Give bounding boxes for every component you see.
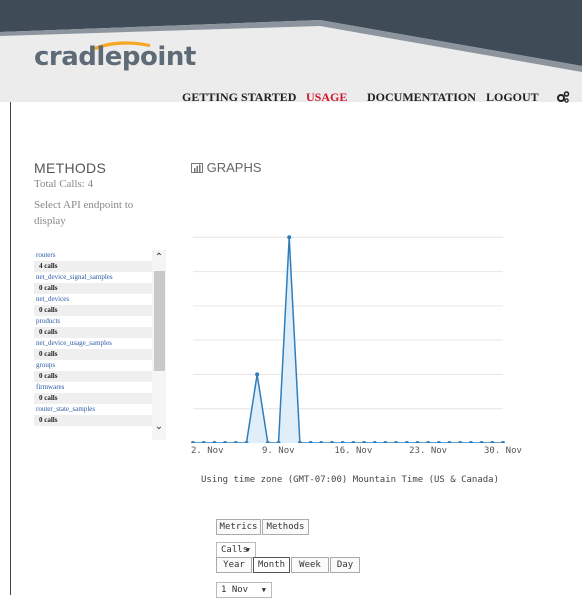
date-select[interactable]: 1 Nov ▼ bbox=[216, 582, 272, 598]
data-point bbox=[415, 441, 420, 443]
timezone-note: Using time zone (GMT-07:00) Mountain Tim… bbox=[201, 475, 500, 485]
method-calls: 0 calls bbox=[34, 327, 166, 338]
data-point bbox=[233, 441, 238, 443]
methods-list[interactable]: routers 4 calls net_device_signal_sample… bbox=[34, 250, 166, 440]
metric-select-value: Calls bbox=[221, 545, 249, 555]
data-point bbox=[255, 372, 260, 377]
method-calls: 0 calls bbox=[34, 349, 166, 360]
period-month[interactable]: Month bbox=[253, 557, 290, 573]
data-point bbox=[340, 441, 345, 443]
data-point bbox=[447, 441, 452, 443]
data-point bbox=[201, 441, 206, 443]
method-item-net-device-usage-samples[interactable]: net_device_usage_samples bbox=[34, 338, 166, 349]
brand-logo[interactable]: cradlepoint bbox=[34, 42, 196, 72]
x-tick-label: 16. Nov bbox=[334, 446, 373, 456]
gears-icon[interactable] bbox=[556, 91, 570, 103]
data-point bbox=[351, 441, 356, 443]
metric-select[interactable]: Calls ▼ bbox=[216, 542, 256, 558]
data-point bbox=[308, 441, 313, 443]
scrollbar-thumb[interactable] bbox=[154, 271, 165, 371]
total-calls: Total Calls: 4 bbox=[34, 178, 94, 190]
date-select-value: 1 Nov bbox=[221, 585, 249, 595]
methods-hint: Select API endpoint to display bbox=[34, 199, 134, 227]
bar-chart-icon bbox=[191, 163, 203, 173]
method-item-net-device-signal-samples[interactable]: net_device_signal_samples bbox=[34, 272, 166, 283]
data-point bbox=[372, 441, 377, 443]
x-tick-label: 9. Nov bbox=[262, 446, 295, 456]
x-tick-label: 23. Nov bbox=[409, 446, 448, 456]
data-point bbox=[383, 441, 388, 443]
usage-chart bbox=[191, 235, 505, 443]
methods-title: METHODS bbox=[34, 160, 107, 176]
data-point bbox=[329, 441, 334, 443]
tab-methods[interactable]: Methods bbox=[262, 519, 309, 535]
method-item-products[interactable]: products bbox=[34, 316, 166, 327]
data-point bbox=[319, 441, 324, 443]
data-point bbox=[212, 441, 217, 443]
method-item-firmwares[interactable]: firmwares bbox=[34, 382, 166, 393]
nav-logout[interactable]: LOGOUT bbox=[486, 90, 539, 110]
method-item-groups[interactable]: groups bbox=[34, 360, 166, 371]
data-point bbox=[223, 441, 228, 443]
period-week[interactable]: Week bbox=[291, 557, 329, 573]
nav-getting-started[interactable]: GETTING STARTED bbox=[182, 90, 296, 110]
data-point bbox=[362, 441, 367, 443]
data-point bbox=[191, 441, 195, 443]
period-day[interactable]: Day bbox=[330, 557, 360, 573]
method-item-router-state-samples[interactable]: router_state_samples bbox=[34, 404, 166, 415]
data-point bbox=[426, 441, 431, 443]
method-item-net-devices[interactable]: net_devices bbox=[34, 294, 166, 305]
chevron-down-icon[interactable]: ⌄ bbox=[153, 421, 165, 432]
nav-documentation[interactable]: DOCUMENTATION bbox=[367, 90, 476, 110]
period-year[interactable]: Year bbox=[216, 557, 252, 573]
data-point bbox=[458, 441, 463, 443]
data-point bbox=[404, 441, 409, 443]
data-point bbox=[468, 441, 473, 443]
nav-usage[interactable]: USAGE bbox=[306, 90, 347, 110]
x-tick-label: 30. Nov bbox=[484, 446, 522, 456]
x-tick-label: 2. Nov bbox=[191, 446, 224, 456]
method-calls: 0 calls bbox=[34, 305, 166, 316]
method-calls: 0 calls bbox=[34, 283, 166, 294]
method-item-routers[interactable]: routers bbox=[34, 250, 166, 261]
header: cradlepoint bbox=[0, 0, 582, 102]
method-calls: 4 calls bbox=[34, 261, 166, 272]
data-point bbox=[501, 441, 505, 443]
chevron-up-icon[interactable]: ⌃ bbox=[153, 252, 165, 263]
data-point bbox=[287, 235, 292, 240]
method-calls: 0 calls bbox=[34, 393, 166, 404]
data-point bbox=[490, 441, 495, 443]
method-calls: 0 calls bbox=[34, 371, 166, 382]
data-point bbox=[394, 441, 399, 443]
graphs-heading: GRAPHS bbox=[191, 160, 262, 175]
graphs-title: GRAPHS bbox=[206, 160, 262, 175]
data-point bbox=[479, 441, 484, 443]
page-left-border bbox=[10, 102, 11, 595]
dropdown-arrow-icon: ▼ bbox=[245, 546, 250, 554]
method-calls: 0 calls bbox=[34, 415, 166, 426]
tab-metrics[interactable]: Metrics bbox=[216, 519, 261, 535]
data-point bbox=[436, 441, 441, 443]
